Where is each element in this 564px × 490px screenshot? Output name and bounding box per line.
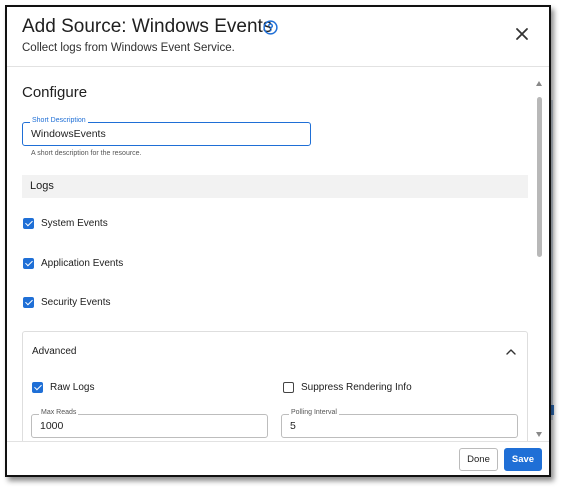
- dialog-header: Add Source: Windows Events Collect logs …: [7, 7, 549, 67]
- short-description-field[interactable]: Short Description: [22, 117, 311, 146]
- configure-heading: Configure: [22, 84, 88, 101]
- chevron-up-icon[interactable]: [505, 346, 517, 358]
- vertical-scrollbar[interactable]: [536, 79, 544, 441]
- background-page-edge: [551, 100, 553, 420]
- max-reads-label: Max Reads: [39, 409, 79, 416]
- max-reads-field[interactable]: Max Reads: [31, 409, 268, 438]
- checkbox-checked-icon[interactable]: [23, 258, 34, 269]
- done-button[interactable]: Done: [459, 448, 498, 471]
- help-circle-icon[interactable]: [263, 20, 278, 35]
- checkbox-unchecked-icon[interactable]: [283, 382, 294, 393]
- checkbox-checked-icon[interactable]: [23, 218, 34, 229]
- application-events-checkbox[interactable]: Application Events: [23, 258, 123, 269]
- checkbox-checked-icon[interactable]: [23, 297, 34, 308]
- scroll-down-arrow-icon[interactable]: [536, 432, 542, 437]
- dialog-title: Add Source: Windows Events: [22, 16, 273, 37]
- system-events-checkbox[interactable]: System Events: [23, 218, 108, 229]
- dialog-subtitle: Collect logs from Windows Event Service.: [22, 42, 235, 54]
- polling-interval-field[interactable]: Polling Interval: [281, 409, 518, 438]
- background-page-marker: [551, 405, 554, 415]
- logs-section-header: Logs: [22, 175, 528, 198]
- max-reads-input[interactable]: [40, 420, 252, 432]
- application-events-label: Application Events: [41, 258, 124, 269]
- system-events-label: System Events: [41, 218, 108, 229]
- security-events-label: Security Events: [41, 297, 111, 308]
- scroll-up-arrow-icon[interactable]: [536, 81, 542, 86]
- raw-logs-checkbox[interactable]: Raw Logs: [32, 382, 94, 393]
- save-button[interactable]: Save: [504, 448, 542, 471]
- suppress-rendering-label: Suppress Rendering Info: [301, 382, 412, 393]
- raw-logs-label: Raw Logs: [50, 382, 95, 393]
- scrollbar-thumb[interactable]: [537, 97, 542, 257]
- polling-interval-input[interactable]: [290, 420, 502, 432]
- close-icon[interactable]: [515, 27, 529, 41]
- advanced-panel: Advanced Raw Logs Suppress Rendering Inf…: [22, 331, 528, 444]
- security-events-checkbox[interactable]: Security Events: [23, 297, 110, 308]
- short-description-input[interactable]: [31, 128, 290, 140]
- dialog-footer: Done Save: [7, 441, 549, 475]
- suppress-rendering-checkbox[interactable]: Suppress Rendering Info: [283, 382, 412, 393]
- advanced-heading[interactable]: Advanced: [32, 346, 76, 357]
- dialog-body[interactable]: Configure Short Description A short desc…: [7, 68, 540, 444]
- add-source-dialog: Add Source: Windows Events Collect logs …: [5, 5, 551, 477]
- short-description-label: Short Description: [30, 117, 88, 124]
- polling-interval-label: Polling Interval: [289, 409, 339, 416]
- short-description-helper: A short description for the resource.: [31, 150, 142, 157]
- checkbox-checked-icon[interactable]: [32, 382, 43, 393]
- logs-heading: Logs: [30, 180, 54, 192]
